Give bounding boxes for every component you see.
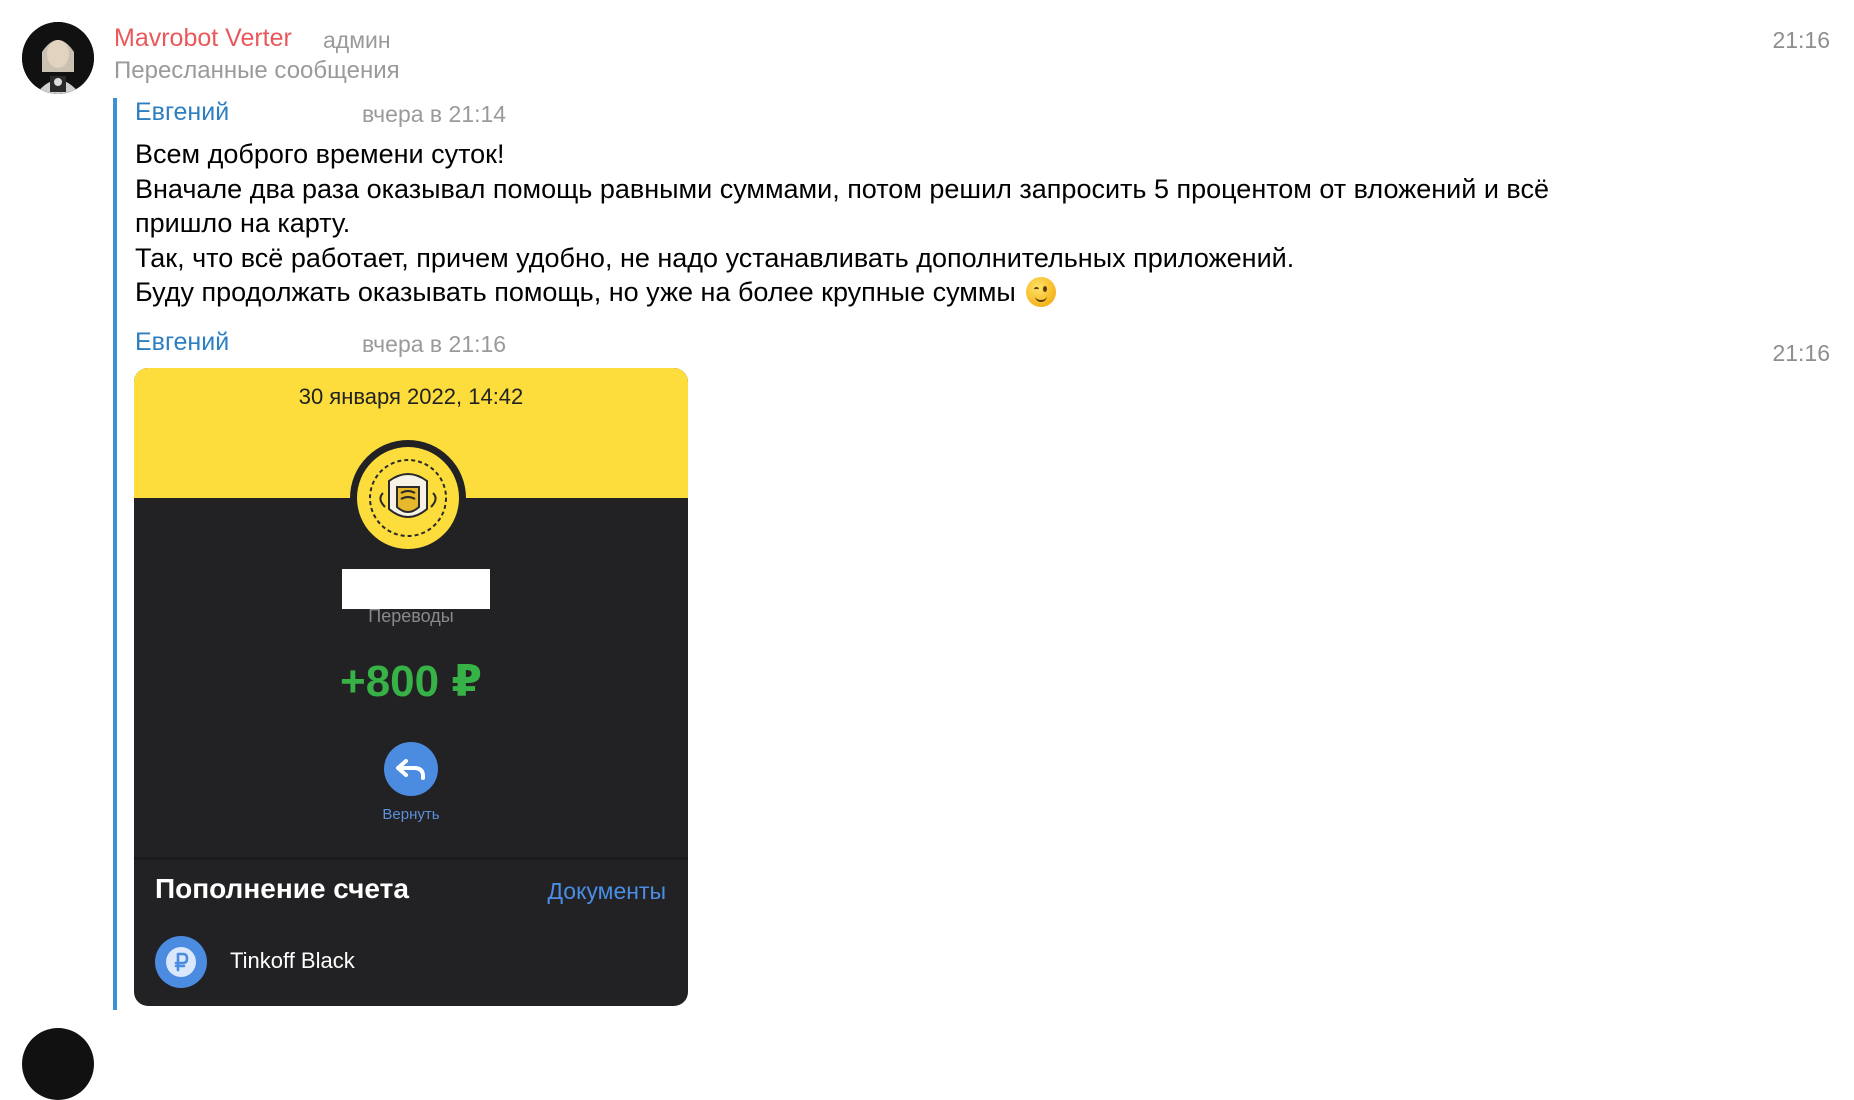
account-name: Tinkoff Black (230, 948, 355, 973)
operation-title: Пополнение счета (155, 873, 409, 904)
forwarded-author[interactable]: Евгений (135, 328, 229, 357)
winking-face-icon (1025, 277, 1056, 307)
message-time: 21:16 (1772, 340, 1830, 366)
message-line: Буду продолжать оказывать помощь, но уже… (135, 275, 1695, 310)
return-button[interactable] (384, 742, 438, 796)
redacted-name (342, 569, 490, 609)
receipt-date: 30 января 2022, 14:42 (298, 384, 524, 409)
bank-emblem-icon (357, 447, 459, 549)
message-line: Вначале два раза оказывал помощь равными… (135, 173, 1549, 204)
message-line: Так, что всё работает, причем удобно, не… (135, 242, 1295, 273)
transaction-category: Переводы (368, 606, 454, 626)
forwarded-messages-label: Пересланные сообщения (114, 57, 400, 84)
sender-role-badge: админ (323, 27, 391, 53)
transaction-amount: +800 ₽ (340, 657, 482, 706)
forwarded-timestamp: вчера в 21:16 (362, 331, 507, 357)
bank-receipt-image[interactable]: 30 января 2022, 14:42 Переводы +800 ₽ Ве… (134, 368, 688, 1006)
ruble-icon (155, 936, 207, 988)
message-line-text: Буду продолжать оказывать помощь, но уже… (135, 277, 1016, 307)
sender-name[interactable]: Mavrobot Verter (114, 24, 292, 53)
message-text: Всем доброго времени суток! Вначале два … (135, 137, 1695, 310)
forwarded-author[interactable]: Евгений (135, 98, 229, 127)
forward-indicator-bar (113, 98, 117, 1010)
message-line: Всем доброго времени суток! (135, 139, 505, 169)
post-time: 21:16 (1772, 27, 1830, 53)
divider (134, 857, 688, 860)
next-message-avatar[interactable] (22, 1028, 94, 1100)
forwarded-timestamp: вчера в 21:14 (362, 101, 507, 127)
return-label: Вернуть (382, 806, 440, 823)
undo-arrow-icon (396, 759, 425, 780)
message-line: пришло на карту. (135, 208, 351, 238)
avatar[interactable] (22, 22, 94, 94)
documents-link[interactable]: Документы (547, 878, 666, 905)
